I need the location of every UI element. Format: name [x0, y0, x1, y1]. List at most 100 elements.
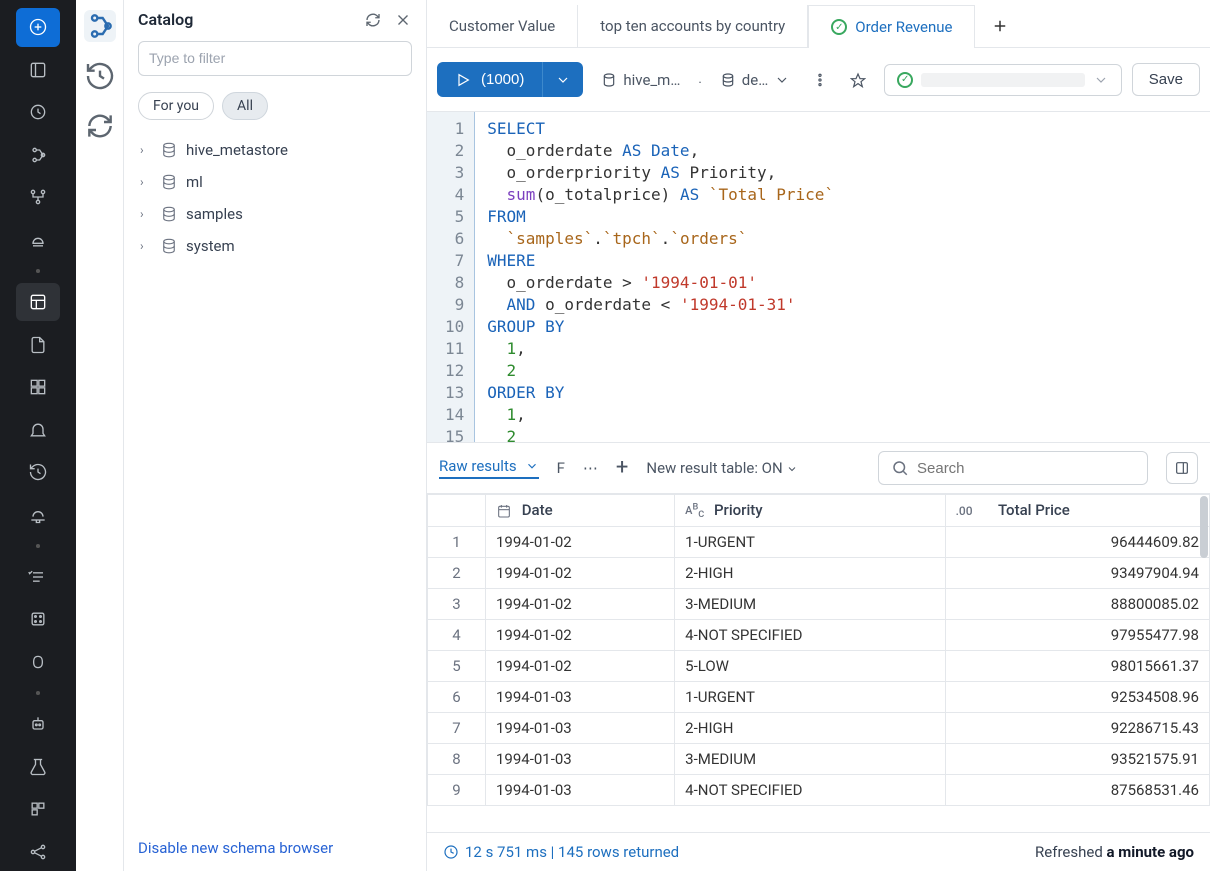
table-header-row: Date ABC Priority .00 Total Price — [428, 495, 1210, 527]
cell-date: 1994-01-02 — [486, 588, 675, 619]
results-search-box[interactable] — [878, 451, 1148, 485]
nav-separator-2 — [36, 544, 40, 548]
scrollbar-thumb[interactable] — [1200, 496, 1208, 558]
close-icon[interactable] — [394, 11, 412, 29]
catalog-filter-input[interactable] — [149, 50, 401, 66]
schema-refresh-tab-icon[interactable] — [84, 110, 116, 142]
nav-delta-icon[interactable] — [16, 643, 60, 682]
results-search-input[interactable] — [917, 460, 1135, 477]
column-header-date[interactable]: Date — [486, 495, 675, 527]
nav-workspace-icon[interactable] — [16, 51, 60, 90]
chevron-right-icon: › — [140, 143, 152, 157]
kebab-menu-icon[interactable] — [808, 66, 832, 94]
cell-total-price: 88800085.02 — [945, 588, 1209, 619]
nav-queries-icon[interactable] — [16, 325, 60, 364]
query-stats[interactable]: 12 s 751 ms | 145 rows returned — [443, 843, 679, 861]
table-row[interactable]: 91994-01-034-NOT SPECIFIED87568531.46 — [428, 774, 1210, 805]
table-row[interactable]: 61994-01-031-URGENT92534508.96 — [428, 681, 1210, 712]
table-row[interactable]: 81994-01-033-MEDIUM93521575.91 — [428, 743, 1210, 774]
cell-total-price: 97955477.98 — [945, 619, 1209, 650]
row-number-header[interactable] — [428, 495, 486, 527]
cell-priority: 2-HIGH — [675, 557, 945, 588]
column-header-total-price[interactable]: .00 Total Price — [945, 495, 1209, 527]
raw-results-tab[interactable]: Raw results — [439, 457, 539, 479]
side-panel-toggle-icon[interactable] — [1166, 452, 1198, 484]
truncated-tab[interactable]: F — [557, 459, 565, 477]
tab-customer-value[interactable]: Customer Value — [427, 5, 578, 47]
sql-editor[interactable]: 123456789101112131415 SELECT o_orderdate… — [427, 112, 1210, 442]
table-row[interactable]: 21994-01-022-HIGH93497904.94 — [428, 557, 1210, 588]
add-visualization-button[interactable]: + — [616, 461, 628, 475]
tree-item-hive-metastore[interactable]: › hive_metastore — [132, 134, 418, 166]
table-row[interactable]: 31994-01-023-MEDIUM88800085.02 — [428, 588, 1210, 619]
nav-separator — [36, 269, 40, 273]
run-button[interactable]: (1000) — [437, 62, 543, 97]
row-number-cell: 6 — [428, 681, 486, 712]
add-tab-button[interactable] — [975, 5, 1025, 47]
row-number-cell: 8 — [428, 743, 486, 774]
catalog-panel: Catalog For you All › hive_metastore › m… — [124, 0, 427, 871]
disable-schema-browser-link[interactable]: Disable new schema browser — [138, 839, 333, 857]
database-icon — [160, 141, 178, 159]
favorite-star-icon[interactable] — [842, 66, 874, 94]
nav-history-icon[interactable] — [16, 453, 60, 492]
editor-code[interactable]: SELECT o_orderdate AS Date, o_orderprior… — [475, 112, 1210, 442]
tree-item-samples[interactable]: › samples — [132, 198, 418, 230]
schema-history-tab-icon[interactable] — [84, 60, 116, 92]
tab-top-ten-accounts[interactable]: top ten accounts by country — [578, 5, 808, 47]
nav-catalog-icon[interactable] — [16, 136, 60, 175]
cell-date: 1994-01-03 — [486, 712, 675, 743]
nav-workflows-icon[interactable] — [16, 178, 60, 217]
nav-models-icon[interactable] — [16, 832, 60, 871]
nav-experiments-icon[interactable] — [16, 747, 60, 786]
nav-compute-icon[interactable] — [16, 221, 60, 260]
status-success-icon — [831, 19, 847, 35]
status-success-icon — [897, 72, 913, 88]
cell-total-price: 92286715.43 — [945, 712, 1209, 743]
results-toolbar: Raw results F ⋯ + New result table: ON — [427, 442, 1210, 494]
table-row[interactable]: 51994-01-025-LOW98015661.37 — [428, 650, 1210, 681]
tab-order-revenue[interactable]: Order Revenue — [808, 5, 975, 48]
nav-new-button[interactable] — [16, 8, 60, 47]
nav-ml-icon[interactable] — [16, 705, 60, 744]
nav-features-icon[interactable] — [16, 790, 60, 829]
row-number-cell: 1 — [428, 526, 486, 557]
search-icon — [891, 459, 909, 477]
nav-data-ingestion-icon[interactable] — [16, 600, 60, 639]
database-icon — [160, 173, 178, 191]
cell-priority: 4-NOT SPECIFIED — [675, 619, 945, 650]
tree-item-ml[interactable]: › ml — [132, 166, 418, 198]
cell-total-price: 87568531.46 — [945, 774, 1209, 805]
run-dropdown-button[interactable] — [543, 62, 583, 97]
nav-jobruns-icon[interactable] — [16, 558, 60, 597]
table-row[interactable]: 71994-01-032-HIGH92286715.43 — [428, 712, 1210, 743]
nav-warehouses-icon[interactable] — [16, 496, 60, 535]
table-row[interactable]: 11994-01-021-URGENT96444609.82 — [428, 526, 1210, 557]
tree-item-system[interactable]: › system — [132, 230, 418, 262]
cluster-selector[interactable] — [884, 64, 1122, 96]
table-row[interactable]: 41994-01-024-NOT SPECIFIED97955477.98 — [428, 619, 1210, 650]
nav-recents-icon[interactable] — [16, 93, 60, 132]
schema-path-catalog[interactable]: hive_m… — [593, 65, 688, 95]
cell-priority: 5-LOW — [675, 650, 945, 681]
column-header-priority[interactable]: ABC Priority — [675, 495, 945, 527]
chip-all[interactable]: All — [222, 92, 268, 120]
clock-icon — [443, 844, 459, 860]
nav-sql-editor-icon[interactable] — [16, 283, 60, 322]
row-number-cell: 2 — [428, 557, 486, 588]
results-table-wrap[interactable]: Date ABC Priority .00 Total Price 11994-… — [427, 494, 1210, 832]
new-result-table-toggle[interactable]: New result table: ON — [646, 459, 798, 477]
cell-date: 1994-01-03 — [486, 681, 675, 712]
more-tabs-icon[interactable]: ⋯ — [583, 459, 598, 477]
editor-tabs: Customer Value top ten accounts by count… — [427, 0, 1210, 48]
schema-path-database[interactable]: de… — [712, 65, 798, 95]
schema-browser-tab-icon[interactable] — [84, 10, 116, 42]
nav-dashboards-icon[interactable] — [16, 368, 60, 407]
nav-alerts-icon[interactable] — [16, 410, 60, 449]
refresh-icon[interactable] — [364, 11, 382, 29]
chevron-right-icon: › — [140, 175, 152, 189]
results-table: Date ABC Priority .00 Total Price 11994-… — [427, 494, 1210, 806]
chip-for-you[interactable]: For you — [138, 92, 214, 120]
nav-separator-3 — [36, 691, 40, 695]
save-button[interactable]: Save — [1132, 63, 1200, 96]
